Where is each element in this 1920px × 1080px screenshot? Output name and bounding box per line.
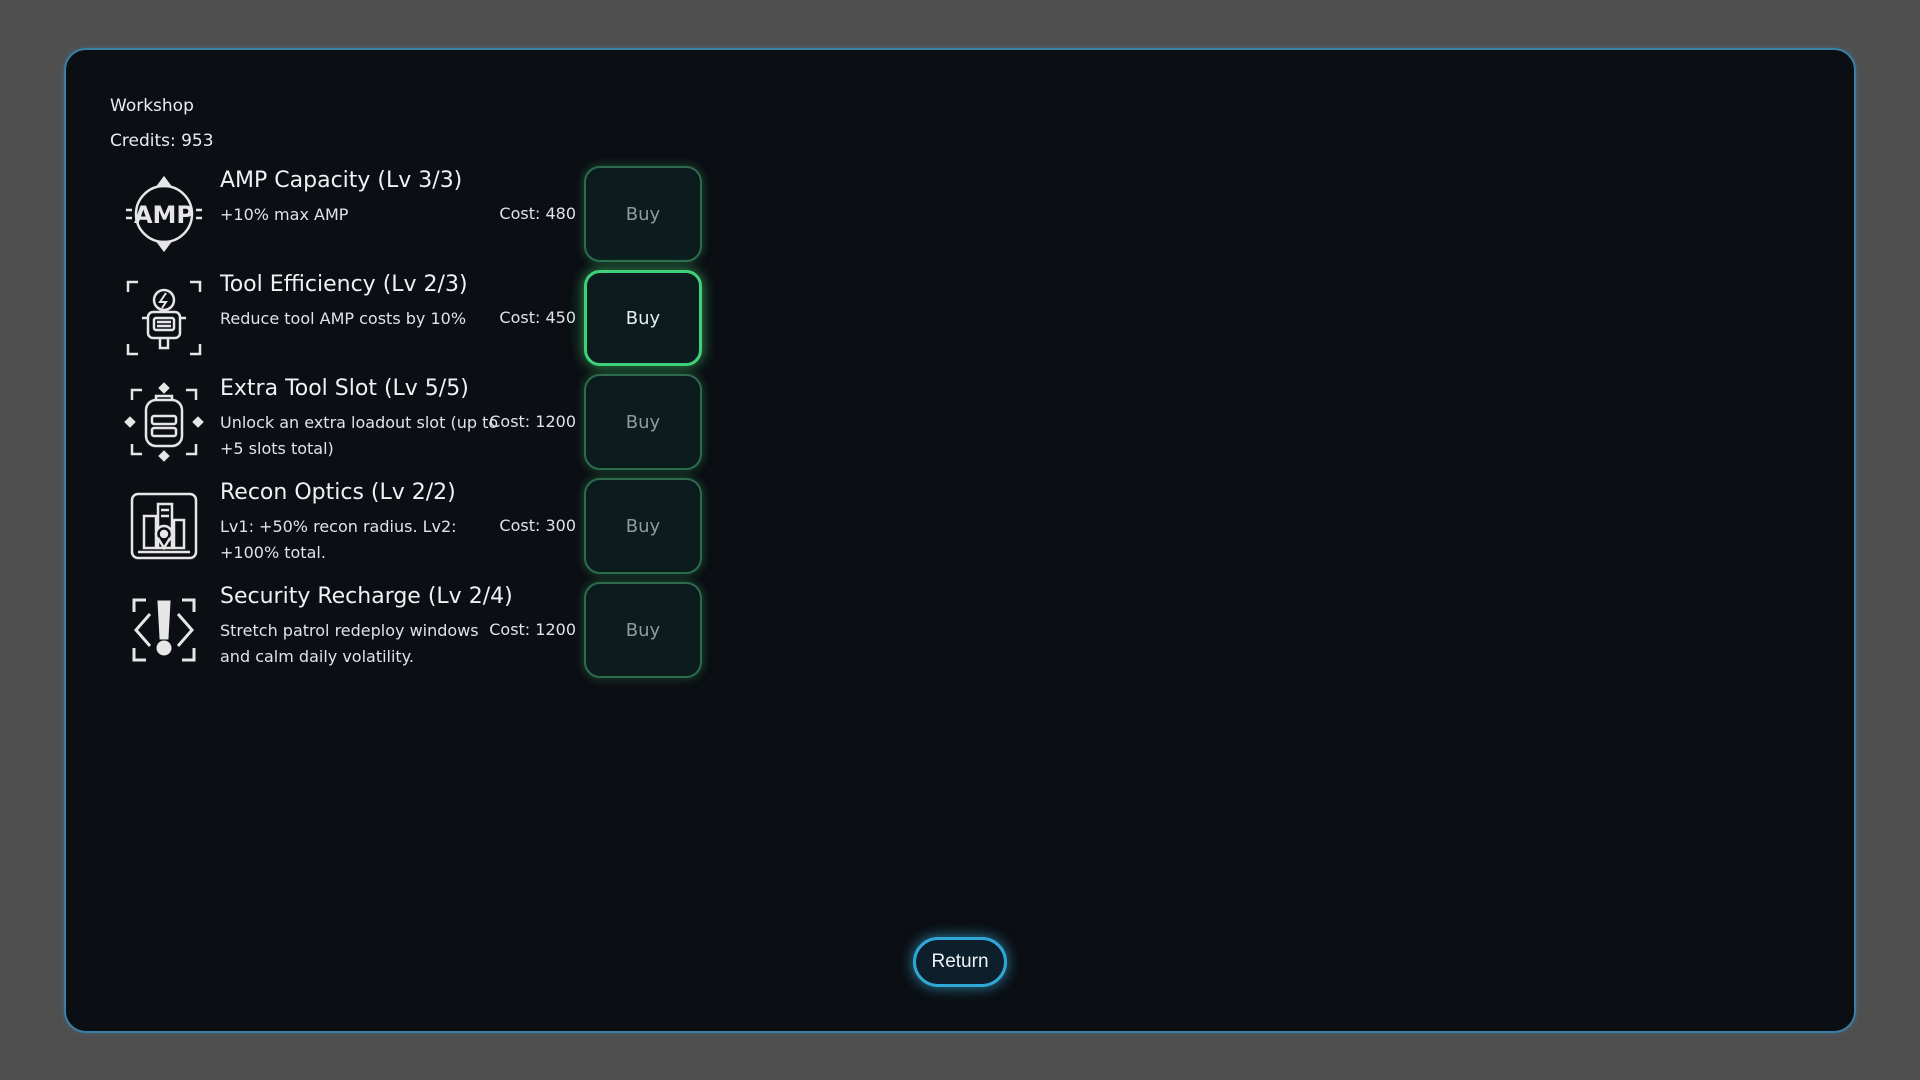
upgrade-description: Lv1: +50% recon radius. Lv2: +100% total… — [220, 517, 457, 562]
buy-button-extra-tool-slot[interactable]: Buy — [584, 374, 702, 470]
upgrade-row-security-recharge: Security Recharge (Lv 2/4) Stretch patro… — [120, 582, 702, 680]
city-map-pin-icon — [124, 486, 204, 566]
upgrade-description: Unlock an extra loadout slot (up to +5 s… — [220, 413, 499, 458]
upgrade-row-recon-optics: Recon Optics (Lv 2/2) Lv1: +50% recon ra… — [120, 478, 702, 576]
backpack-icon — [124, 382, 204, 462]
upgrade-name: Security Recharge (Lv 2/4) — [220, 584, 513, 609]
upgrade-name: AMP Capacity (Lv 3/3) — [220, 168, 463, 193]
amp-badge-icon: AMP — [124, 174, 204, 254]
tool-lightning-icon — [124, 278, 204, 358]
upgrade-row-amp-capacity: AMP AMP Capacity (Lv 3/3) +10% max AMP C… — [120, 166, 702, 264]
upgrade-cost: Cost: 1200 — [489, 412, 576, 431]
upgrade-cost: Cost: 300 — [499, 516, 576, 535]
upgrade-cost: Cost: 480 — [499, 204, 576, 223]
upgrade-row-extra-tool-slot: Extra Tool Slot (Lv 5/5) Unlock an extra… — [120, 374, 702, 472]
buy-button-tool-efficiency[interactable]: Buy — [584, 270, 702, 366]
buy-button-recon-optics[interactable]: Buy — [584, 478, 702, 574]
upgrade-row-tool-efficiency: Tool Efficiency (Lv 2/3) Reduce tool AMP… — [120, 270, 702, 368]
upgrade-name: Tool Efficiency (Lv 2/3) — [220, 272, 468, 297]
upgrade-name: Recon Optics (Lv 2/2) — [220, 480, 456, 505]
credits-readout: Credits: 953 — [110, 131, 214, 151]
svg-text:AMP: AMP — [134, 201, 194, 229]
page-title: Workshop — [110, 96, 194, 116]
upgrade-cost: Cost: 450 — [499, 308, 576, 327]
upgrade-cost: Cost: 1200 — [489, 620, 576, 639]
upgrade-description: Stretch patrol redeploy windows and calm… — [220, 621, 479, 666]
upgrade-description: Reduce tool AMP costs by 10% — [220, 309, 467, 328]
buy-button-amp-capacity[interactable]: Buy — [584, 166, 702, 262]
upgrade-description: +10% max AMP — [220, 205, 349, 224]
buy-button-security-recharge[interactable]: Buy — [584, 582, 702, 678]
alert-brackets-icon — [124, 590, 204, 670]
upgrade-name: Extra Tool Slot (Lv 5/5) — [220, 376, 469, 401]
return-button[interactable]: Return — [913, 937, 1007, 987]
